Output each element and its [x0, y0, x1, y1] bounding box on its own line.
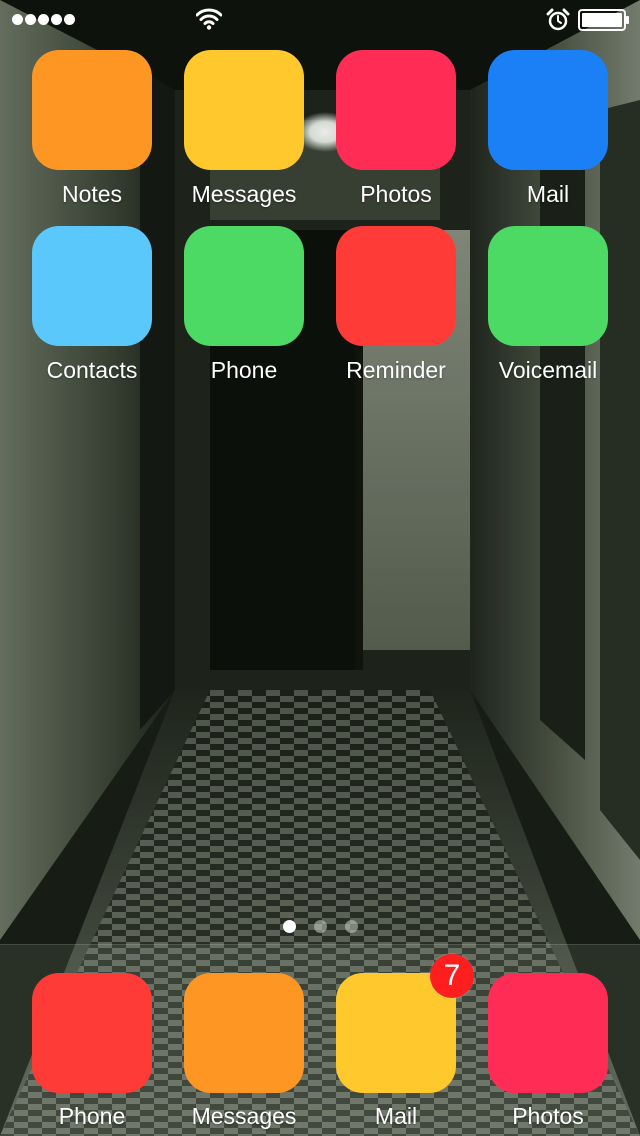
app-messages[interactable]: Messages	[168, 50, 320, 218]
voicemail-app-icon[interactable]	[488, 226, 608, 346]
notes-app-icon[interactable]	[32, 50, 152, 170]
wifi-icon	[196, 8, 222, 30]
signal-dot	[25, 14, 36, 25]
page-indicator[interactable]	[0, 920, 640, 936]
phone-app-icon[interactable]	[32, 973, 152, 1093]
signal-dot	[64, 14, 75, 25]
mail-app-icon[interactable]	[488, 50, 608, 170]
app-label: Phone	[210, 357, 278, 383]
app-label: Voicemail	[498, 357, 598, 383]
alarm-clock-icon	[546, 8, 570, 31]
messages-app-icon[interactable]	[184, 50, 304, 170]
app-voicemail[interactable]: Voicemail	[472, 226, 624, 394]
app-label: Photos	[360, 181, 432, 207]
app-contacts[interactable]: Contacts	[16, 226, 168, 394]
app-label: Photos	[512, 1103, 584, 1129]
signal-strength-icon	[12, 14, 77, 26]
messages-app-icon[interactable]	[184, 973, 304, 1093]
signal-dot	[51, 14, 62, 25]
notification-badge: 7	[430, 954, 474, 998]
app-reminder[interactable]: Reminder	[320, 226, 472, 394]
signal-dot	[12, 14, 23, 25]
app-label: Mail	[374, 1103, 418, 1129]
app-label: Contacts	[46, 357, 138, 383]
dock-app-phone[interactable]: Phone	[16, 973, 168, 1136]
page-dot	[313, 920, 327, 933]
contacts-app-icon[interactable]	[32, 226, 152, 346]
dock-app-messages[interactable]: Messages	[168, 973, 320, 1136]
home-screen: Notes Messages Photos Mail Contacts Phon…	[0, 0, 640, 1136]
app-mail[interactable]: Mail	[472, 50, 624, 218]
app-label: Mail	[526, 181, 570, 207]
app-photos[interactable]: Photos	[320, 50, 472, 218]
page-dot	[344, 920, 358, 933]
app-notes[interactable]: Notes	[16, 50, 168, 218]
battery-icon	[578, 9, 629, 31]
dock: Phone Messages Mail Photos	[0, 944, 640, 1136]
page-dot	[282, 920, 296, 933]
dock-app-photos[interactable]: Photos	[472, 973, 624, 1136]
photos-app-icon[interactable]	[488, 973, 608, 1093]
app-label: Reminder	[346, 357, 446, 383]
app-label: Messages	[191, 1103, 297, 1129]
app-label: Notes	[61, 181, 123, 207]
phone-app-icon[interactable]	[184, 226, 304, 346]
photos-app-icon[interactable]	[336, 50, 456, 170]
app-phone[interactable]: Phone	[168, 226, 320, 394]
status-bar	[0, 0, 640, 40]
app-label: Phone	[58, 1103, 126, 1129]
reminder-app-icon[interactable]	[336, 226, 456, 346]
app-label: Messages	[191, 181, 297, 207]
signal-dot	[38, 14, 49, 25]
